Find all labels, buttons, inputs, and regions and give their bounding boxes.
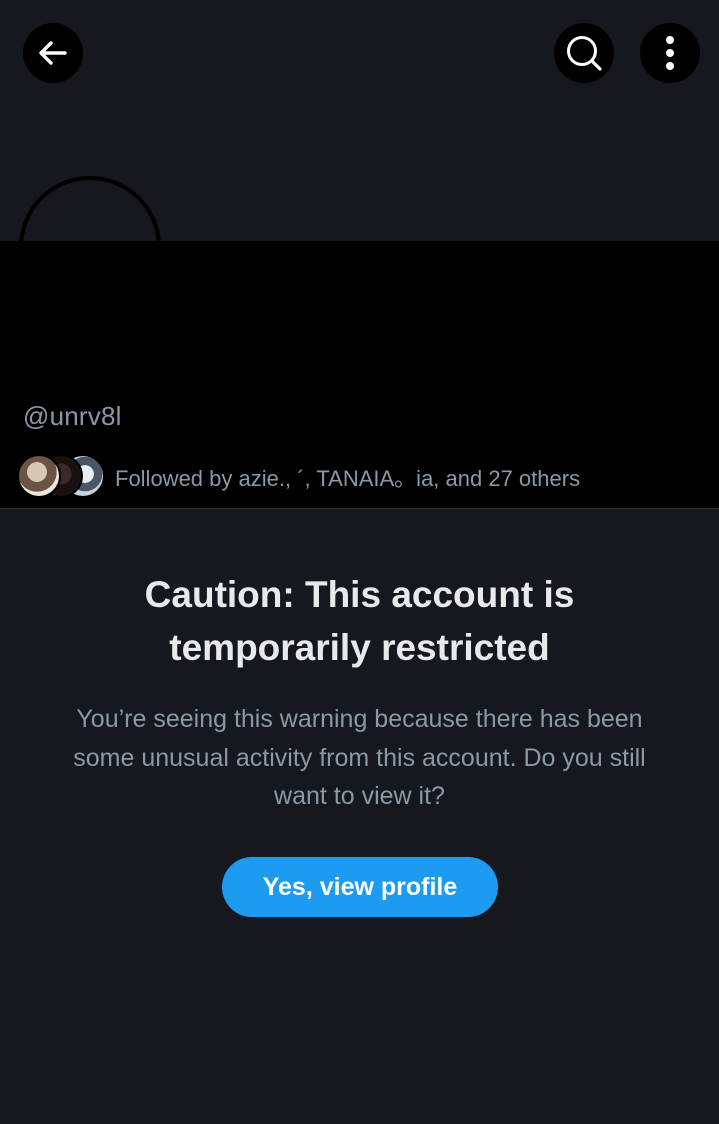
- back-button[interactable]: [23, 23, 83, 83]
- more-options-button[interactable]: [640, 23, 700, 83]
- warning-body: You’re seeing this warning because there…: [73, 705, 646, 810]
- follower-avatars: [17, 452, 109, 502]
- follower-avatar: [17, 454, 61, 498]
- search-button[interactable]: [554, 23, 614, 83]
- warning-title: Caution: This account is temporarily res…: [144, 574, 575, 668]
- divider: [0, 508, 719, 509]
- profile-handle: @unrv8l: [23, 401, 122, 431]
- avatar[interactable]: [19, 176, 161, 318]
- more-vertical-icon: [666, 36, 674, 70]
- search-icon: [567, 36, 602, 71]
- view-profile-button[interactable]: Yes, view profile: [222, 857, 498, 917]
- arrow-left-icon: [39, 41, 67, 65]
- followed-by-text: Followed by azie., ´, TANAIA。ia, and 27 …: [115, 466, 581, 491]
- followed-by-row[interactable]: Followed by azie., ´, TANAIA。ia, and 27 …: [17, 452, 580, 502]
